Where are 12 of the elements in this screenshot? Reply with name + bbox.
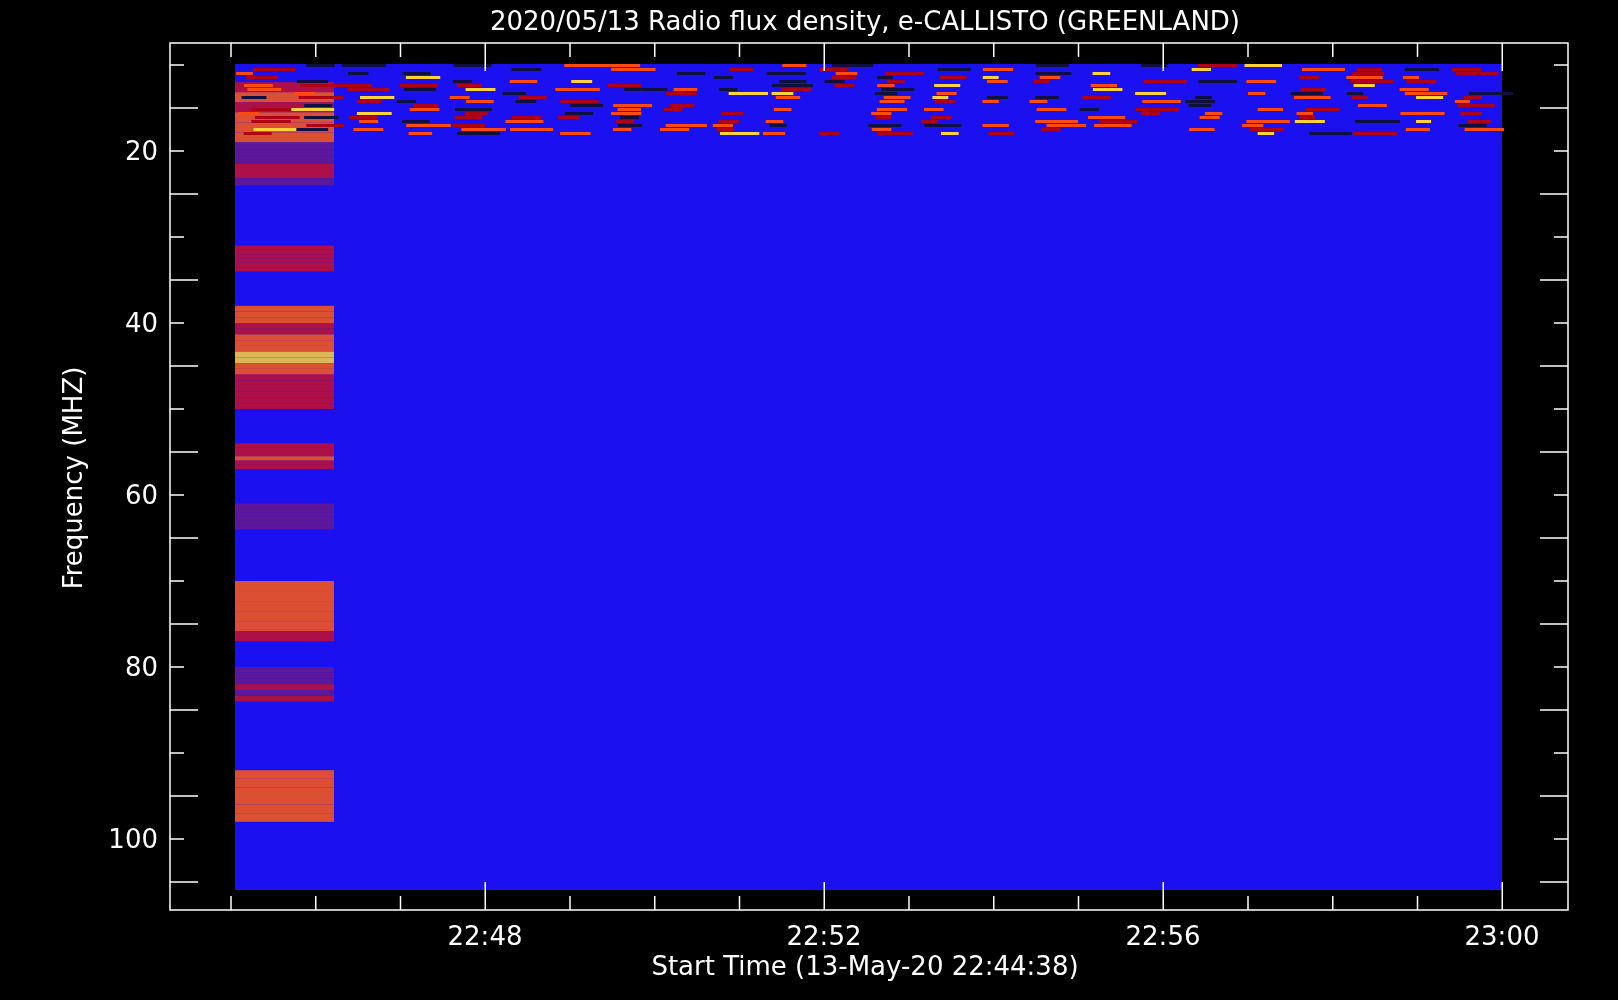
y-axis-label: Frequency (MHZ) bbox=[58, 366, 88, 590]
x-axis-label: Start Time (13-May-20 22:44:38) bbox=[651, 951, 1079, 981]
y-axis-tick-label: 60 bbox=[124, 480, 158, 510]
x-axis-tick-label: 22:52 bbox=[786, 921, 862, 951]
y-axis-tick-label: 20 bbox=[124, 136, 158, 166]
y-axis-tick-label: 80 bbox=[124, 652, 158, 682]
x-axis-tick-label: 23:00 bbox=[1464, 921, 1540, 951]
y-axis-tick-label: 100 bbox=[108, 824, 158, 854]
y-axis-tick-label: 40 bbox=[124, 308, 158, 338]
x-axis-tick-label: 22:56 bbox=[1125, 921, 1201, 951]
chart-title: 2020/05/13 Radio flux density, e-CALLISTO (GREENLAND) bbox=[490, 6, 1240, 36]
x-axis-tick-label: 22:48 bbox=[447, 921, 523, 951]
